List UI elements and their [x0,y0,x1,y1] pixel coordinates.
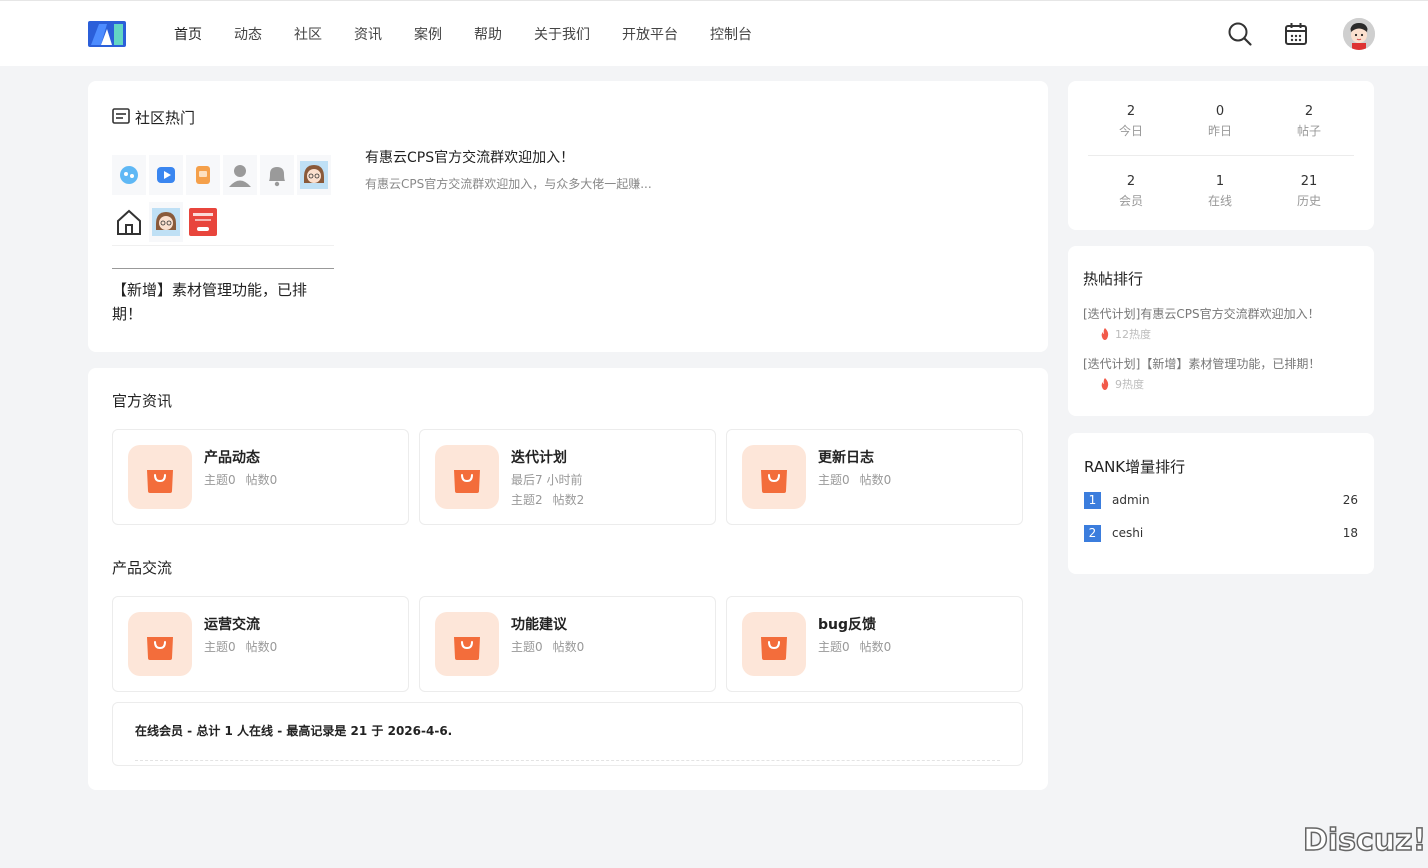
thumb-girl-avatar-small [149,202,183,242]
stat-posts: 2 帖子 [1296,104,1321,138]
shopping-bag-icon [128,612,192,676]
rank-row: 1 admin 26 [1084,492,1358,510]
stat-today: 2 今日 [1118,104,1143,138]
thumb-doc-icon [186,155,220,195]
discuz-watermark: Discuz! [1302,822,1427,859]
thumb-app-icon [112,155,146,195]
site-logo[interactable] [88,21,126,47]
forum-product-news[interactable]: 产品动态 主题0 帖数0 [112,429,409,525]
forum-operations[interactable]: 运营交流 主题0 帖数0 [112,596,409,692]
forum-suggestions[interactable]: 功能建议 主题0 帖数0 [419,596,716,692]
caption-divider [112,268,334,269]
calendar-icon[interactable] [1283,21,1309,47]
nav-console[interactable]: 控制台 [710,24,752,44]
dashed-divider [135,760,1000,761]
hot-post-link[interactable]: [迭代计划]有惠云CPS官方交流群欢迎加入！ [1083,305,1320,322]
rank-row: 2 ceshi 18 [1084,525,1358,543]
flame-icon [1101,328,1109,340]
hot-caption[interactable]: 【新增】素材管理功能，已排期！ [112,278,330,326]
nav-cases[interactable]: 案例 [414,24,442,44]
nav-news[interactable]: 资讯 [354,24,382,44]
thumb-video-icon [149,155,183,195]
hot-thumbnail[interactable] [112,155,334,246]
forum-stats: 主题0 帖数0 [204,640,278,654]
thumb-girl-avatar [297,155,331,195]
forum-name[interactable]: 功能建议 [511,614,567,634]
forum-last-post: 最后7 小时前 [511,473,583,487]
rank-username[interactable]: ceshi [1112,526,1143,540]
forum-name[interactable]: 运营交流 [204,614,260,634]
search-icon[interactable] [1227,21,1253,47]
shopping-bag-icon [128,445,192,509]
thumb-divider [112,245,334,246]
hot-post-heat: 12热度 [1100,326,1151,342]
forum-name[interactable]: 更新日志 [818,447,874,467]
forum-stats: 主题0 帖数0 [511,640,585,654]
hot-posts-title: 热帖排行 [1083,270,1144,288]
stat-online: 1 在线 [1207,174,1232,208]
nav-dynamics[interactable]: 动态 [234,24,262,44]
rank-score: 26 [1342,493,1358,507]
forum-stats: 主题0 帖数0 [204,473,278,487]
forum-changelog[interactable]: 更新日志 主题0 帖数0 [726,429,1023,525]
forum-name[interactable]: bug反馈 [818,614,876,634]
stat-members: 2 会员 [1118,174,1143,208]
stat-yesterday: 0 昨日 [1207,104,1232,138]
nav-about[interactable]: 关于我们 [534,24,590,44]
top-header: 首页 动态 社区 资讯 案例 帮助 关于我们 开放平台 控制台 [0,0,1428,66]
thumb-bell-icon [260,155,294,195]
rank-score: 18 [1342,526,1358,540]
thumb-red-banner [186,202,220,242]
forum-name[interactable]: 迭代计划 [511,447,567,467]
forum-bug-report[interactable]: bug反馈 主题0 帖数0 [726,596,1023,692]
hot-post-description: 有惠云CPS官方交流群欢迎加入，与众多大佬一起赚... [365,177,652,191]
hot-post-link[interactable]: [迭代计划]【新增】素材管理功能，已排期！ [1083,355,1320,372]
nav-community[interactable]: 社区 [294,24,322,44]
stats-divider [1088,155,1354,156]
forum-stats: 主题2 帖数2 [511,493,585,507]
stat-history: 21 历史 [1296,174,1321,208]
user-avatar[interactable] [1343,18,1375,50]
shopping-bag-icon [435,612,499,676]
thumb-user-icon [223,155,257,195]
online-members-text[interactable]: 在线会员 - 总计 1 人在线 - 最高记录是 21 于 2026-4-6. [135,722,452,739]
shopping-bag-icon [435,445,499,509]
hot-title: 社区热门 [135,109,196,127]
online-members-box: 在线会员 - 总计 1 人在线 - 最高记录是 21 于 2026-4-6. [112,702,1023,766]
rank-title: RANK增量排行 [1084,458,1186,476]
official-section-title: 官方资讯 [112,392,173,410]
exchange-section-title: 产品交流 [112,559,173,577]
main-nav: 首页 动态 社区 资讯 案例 帮助 关于我们 开放平台 控制台 [174,1,784,67]
rank-badge: 1 [1084,492,1101,509]
nav-open-platform[interactable]: 开放平台 [622,24,678,44]
hot-post-title[interactable]: 有惠云CPS官方交流群欢迎加入！ [365,147,574,167]
shopping-bag-icon [742,612,806,676]
rank-badge: 2 [1084,525,1101,542]
rank-username[interactable]: admin [1112,493,1150,507]
shopping-bag-icon [742,445,806,509]
forum-name[interactable]: 产品动态 [204,447,260,467]
flame-icon [1101,378,1109,390]
thumb-home-icon [112,202,146,242]
forum-iteration-plan[interactable]: 迭代计划 最后7 小时前 主题2 帖数2 [419,429,716,525]
forum-stats: 主题0 帖数0 [818,640,892,654]
nav-home[interactable]: 首页 [174,24,202,44]
forum-stats: 主题0 帖数0 [818,473,892,487]
nav-help[interactable]: 帮助 [474,24,502,44]
hot-post-heat: 9热度 [1100,376,1144,392]
hot-list-icon [112,108,130,124]
